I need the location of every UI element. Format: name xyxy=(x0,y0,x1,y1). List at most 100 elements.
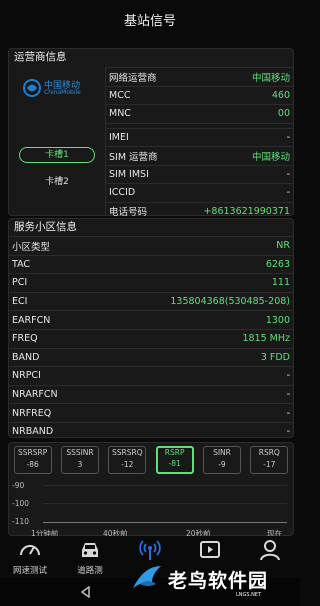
info-row: BAND 3 FDD xyxy=(9,347,293,367)
info-row: MCC 460 xyxy=(106,85,293,105)
info-row: NRPCI - xyxy=(9,366,293,385)
info-row: EARFCN 1300 xyxy=(9,310,293,329)
info-value: 111 xyxy=(271,277,290,289)
info-row: NRARFCN - xyxy=(9,384,293,404)
metric-tab-ssrsrp[interactable]: SSRSRP -86 xyxy=(13,446,52,474)
china-mobile-logo: 中国移动 ChinaMobile xyxy=(23,77,93,99)
metric-value: 3 xyxy=(77,459,83,469)
car-icon xyxy=(82,543,98,557)
info-value: - xyxy=(286,187,290,199)
operator-info-card: 运营商信息 中国移动 ChinaMobile 卡槽1 卡槽2 网络运营商 中国移动… xyxy=(8,48,294,218)
gridline xyxy=(43,485,287,486)
info-row: 小区类型 NR xyxy=(9,236,293,255)
metric-name: SINR xyxy=(213,448,231,457)
info-row: SIM 运营商 中国移动 xyxy=(106,146,293,165)
nav-item-speed-test[interactable]: 网速测试 xyxy=(0,536,60,578)
signal-tower-icon xyxy=(139,540,161,560)
sim-slot-2-button[interactable]: 卡槽2 xyxy=(9,174,105,187)
info-label: MNC xyxy=(109,108,131,120)
metric-tab-rsrq[interactable]: RSRQ -17 xyxy=(250,446,289,474)
metric-value: -12 xyxy=(121,459,134,469)
info-row: ECI 135804368(530485-208) xyxy=(9,291,293,311)
metric-tab-rsrp[interactable]: RSRP -81 xyxy=(155,446,194,474)
info-label: NRARFCN xyxy=(12,389,58,401)
info-value: +8613621990371 xyxy=(203,205,290,217)
info-value: - xyxy=(286,389,290,401)
info-label: ICCID xyxy=(109,187,136,199)
signal-metric-tabs: SSRSRP -86 SSSINR 3 SSRSRQ -12 RSRP -81 SINR -9 RS… xyxy=(9,446,293,474)
info-value: 460 xyxy=(271,89,290,101)
speedometer-icon xyxy=(20,545,40,556)
page-title: 基站信号 xyxy=(123,14,176,29)
nav-label: 网速测试 xyxy=(12,566,47,576)
video-icon xyxy=(200,541,220,558)
nav-item-road-test[interactable]: 道路测 xyxy=(60,536,120,578)
metric-tab-ssrsrq[interactable]: SSRSRQ -12 xyxy=(108,446,147,474)
signal-chart-card: SSRSRP -86 SSSINR 3 SSRSRQ -12 RSRP -81 SINR -9 RS… xyxy=(8,442,294,538)
info-value: 00 xyxy=(277,108,290,120)
serving-cell-section-title: 服务小区信息 xyxy=(14,221,77,233)
info-row: FREQ 1815 MHz xyxy=(9,328,293,348)
back-icon[interactable] xyxy=(80,586,92,598)
info-value: - xyxy=(286,407,290,419)
bird-logo-icon xyxy=(133,566,161,588)
info-label: FREQ xyxy=(12,333,38,345)
info-value: - xyxy=(286,168,290,180)
metric-value: -86 xyxy=(26,459,39,469)
info-label: 小区类型 xyxy=(12,241,51,253)
metric-name: SSRSRQ xyxy=(112,448,143,457)
metric-value: -17 xyxy=(263,459,276,469)
info-label: BAND xyxy=(12,351,40,363)
info-value: 135804368(530485-208) xyxy=(170,296,290,308)
info-value: 1815 MHz xyxy=(242,333,290,345)
info-label: IMEI xyxy=(109,131,129,143)
info-row: 网络运营商 中国移动 xyxy=(106,67,293,86)
info-label: SIM 运营商 xyxy=(109,151,158,163)
info-label: PCI xyxy=(12,277,28,289)
info-value: 1300 xyxy=(265,314,290,326)
info-row: PCI 111 xyxy=(9,273,293,292)
info-label: NRFREQ xyxy=(12,407,52,419)
info-label: 电话号码 xyxy=(109,207,148,219)
info-value: NR xyxy=(276,240,290,252)
info-value: 中国移动 xyxy=(251,72,290,84)
y-tick-label: -110 xyxy=(12,517,30,526)
info-row: SIM IMSI - xyxy=(106,164,293,184)
info-row: TAC 6263 xyxy=(9,254,293,274)
serving-cell-details: 小区类型 NR TAC 6263 PCI 111 ECI 135804368(530485-2… xyxy=(9,236,293,441)
info-row: MNC 00 xyxy=(106,104,293,123)
metric-value: -9 xyxy=(218,459,226,469)
watermark-logo: 老鸟软件园 LNGS.NET xyxy=(128,560,288,600)
info-value: - xyxy=(286,426,290,438)
y-tick-label: -100 xyxy=(12,499,30,508)
info-label: NRPCI xyxy=(12,370,41,382)
info-row: IMEI - xyxy=(106,127,293,147)
operator-details: 网络运营商 中国移动 MCC 460 MNC 00 IMEI - SIM 运营商 中国移动 SIM … xyxy=(106,67,293,220)
info-row: ICCID - xyxy=(106,183,293,202)
metric-name: RSRQ xyxy=(258,448,280,457)
metric-value: -81 xyxy=(168,458,181,468)
info-value: 中国移动 xyxy=(251,151,290,163)
sim-slot-1-button[interactable]: 卡槽1 xyxy=(19,147,95,163)
info-label: SIM IMSI xyxy=(109,168,149,180)
info-row: NRBAND - xyxy=(9,421,293,441)
sim-slot-panel: 中国移动 ChinaMobile 卡槽1 卡槽2 xyxy=(9,67,106,215)
metric-tab-sinr[interactable]: SINR -9 xyxy=(202,446,241,474)
x-axis-line xyxy=(43,522,287,523)
metric-name: RSRP xyxy=(164,448,185,457)
info-label: MCC xyxy=(109,89,131,101)
y-tick-label: -90 xyxy=(12,481,25,490)
info-value: 3 FDD xyxy=(260,351,290,363)
info-value: - xyxy=(286,131,290,143)
info-value: - xyxy=(286,370,290,382)
metric-tab-sssinr[interactable]: SSSINR 3 xyxy=(60,446,99,474)
person-icon xyxy=(260,540,280,561)
operator-section-title: 运营商信息 xyxy=(14,51,67,63)
gridline xyxy=(43,503,287,504)
info-label: ECI xyxy=(12,296,28,308)
nav-label: 道路测 xyxy=(77,566,103,576)
info-row: NRFREQ - xyxy=(9,403,293,422)
metric-name: SSSINR xyxy=(66,448,94,457)
info-label: 网络运营商 xyxy=(109,72,157,84)
info-value: 6263 xyxy=(265,258,290,270)
